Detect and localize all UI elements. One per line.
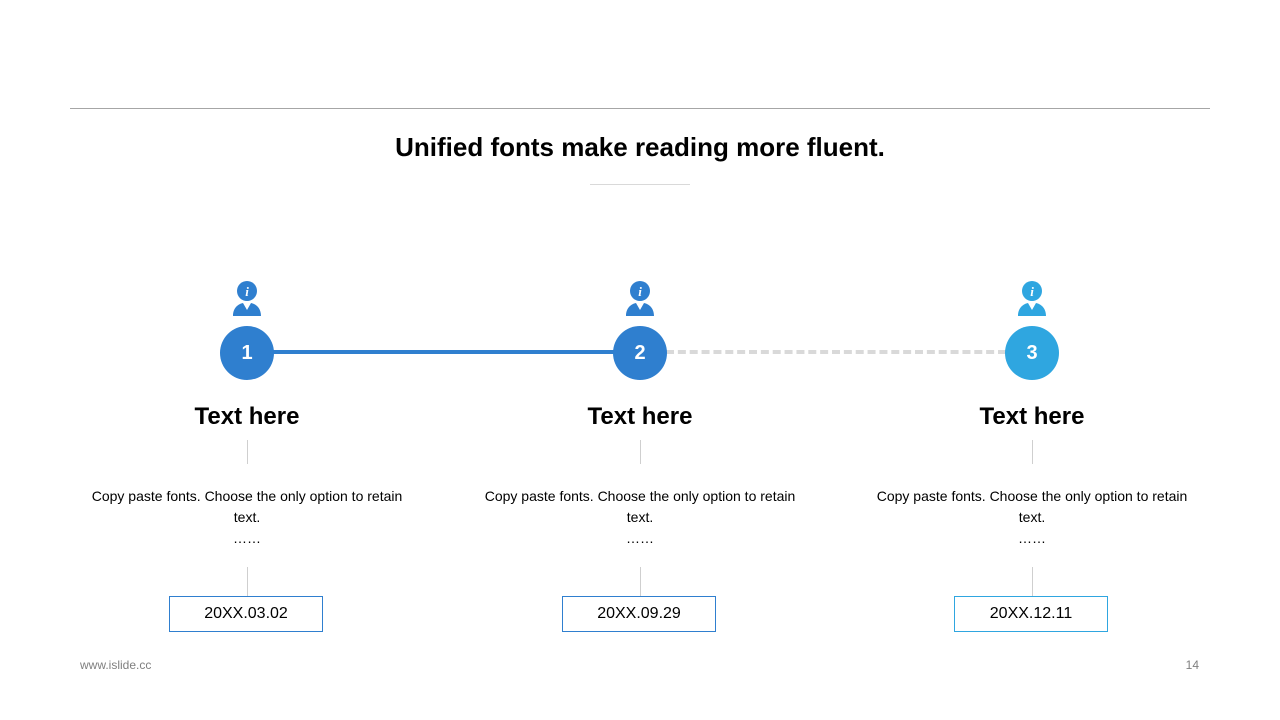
step-number-badge: 1 xyxy=(220,326,274,380)
step-date-box: 20XX.03.02 xyxy=(169,596,323,632)
page-number: 14 xyxy=(1185,658,1199,672)
title-underline xyxy=(590,184,690,185)
step-ellipsis: …… xyxy=(626,530,654,546)
step-divider-top xyxy=(247,440,248,464)
step-heading: Text here xyxy=(194,403,300,430)
step-description: Copy paste fonts. Choose the only option… xyxy=(91,488,403,525)
top-divider xyxy=(70,108,1210,109)
step-date-box: 20XX.12.11 xyxy=(954,596,1108,632)
step-divider-bottom xyxy=(1032,567,1033,597)
step-number-badge: 2 xyxy=(613,326,667,380)
step-number-badge: 3 xyxy=(1005,326,1059,380)
step-heading: Text here xyxy=(979,403,1085,430)
svg-text:i: i xyxy=(1030,284,1034,299)
step-divider-top xyxy=(640,440,641,464)
footer-url: www.islide.cc xyxy=(80,658,152,672)
step-description: Copy paste fonts. Choose the only option… xyxy=(484,488,796,525)
step-divider-bottom xyxy=(640,567,641,597)
slide-title: Unified fonts make reading more fluent. xyxy=(395,132,885,162)
step-ellipsis: …… xyxy=(233,530,261,546)
step-ellipsis: …… xyxy=(1018,530,1046,546)
step-divider-bottom xyxy=(247,567,248,597)
svg-text:i: i xyxy=(638,284,642,299)
step-divider-top xyxy=(1032,440,1033,464)
user-info-icon: i xyxy=(1018,281,1046,316)
step-date-box: 20XX.09.29 xyxy=(562,596,716,632)
user-info-icon: i xyxy=(626,281,654,316)
step-description: Copy paste fonts. Choose the only option… xyxy=(876,488,1188,525)
user-info-icon: i xyxy=(233,281,261,316)
step-heading: Text here xyxy=(587,403,693,430)
timeline-connector-completed xyxy=(247,350,640,354)
timeline-connector-pending xyxy=(666,350,1006,354)
svg-text:i: i xyxy=(245,284,249,299)
